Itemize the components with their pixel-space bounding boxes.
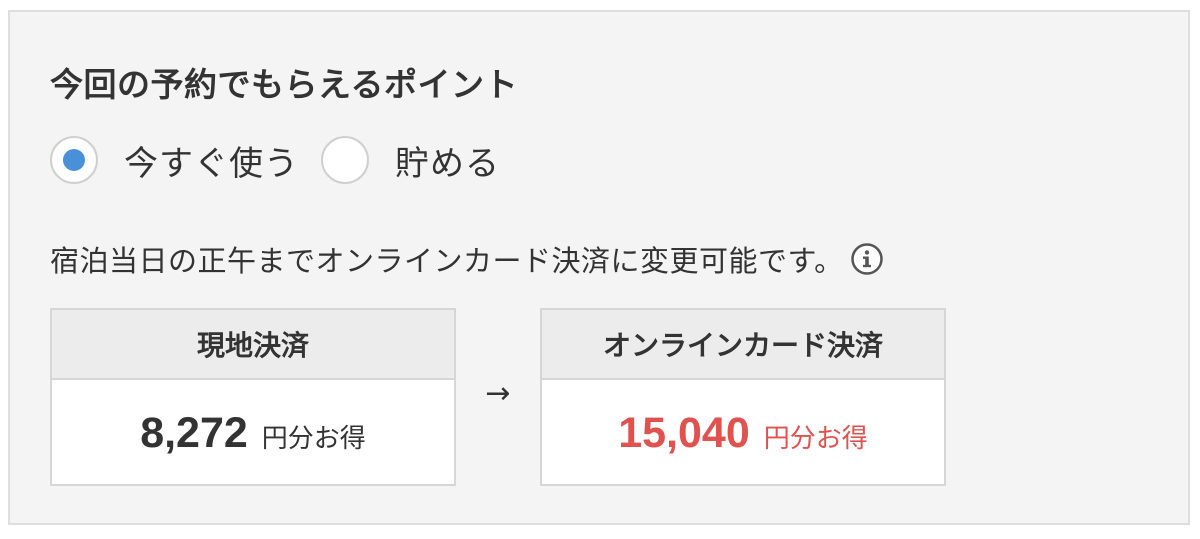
online-payment-card: オンラインカード決済 15,040 円分お得 — [540, 308, 946, 486]
online-payment-value: 15,040 円分お得 — [542, 380, 944, 486]
payment-change-note: 宿泊当日の正午までオンラインカード決済に変更可能です。 — [50, 238, 884, 280]
radio-selected-dot — [63, 149, 85, 171]
radio-option-use-now[interactable]: 今すぐ使う — [50, 136, 299, 185]
radio-label-save[interactable]: 貯める — [395, 136, 500, 185]
onsite-points-unit: 円分お得 — [261, 423, 366, 454]
right-arrow-icon: → — [485, 376, 511, 411]
onsite-points-amount: 8,272 — [140, 408, 248, 457]
section-title: 今回の予約でもらえるポイント — [50, 65, 519, 104]
online-points-amount: 15,040 — [618, 408, 750, 457]
points-panel: 今回の予約でもらえるポイント 今すぐ使う 貯める 宿泊当日の正午までオンラインカ… — [8, 10, 1190, 525]
points-usage-radio-group: 今すぐ使う 貯める — [50, 132, 500, 188]
online-payment-header: オンラインカード決済 — [542, 310, 944, 380]
onsite-payment-card: 現地決済 8,272 円分お得 — [50, 308, 456, 486]
note-text: 宿泊当日の正午までオンラインカード決済に変更可能です。 — [50, 244, 844, 278]
onsite-payment-value: 8,272 円分お得 — [52, 380, 454, 486]
radio-option-save[interactable]: 貯める — [321, 136, 500, 185]
info-circle-icon[interactable] — [850, 242, 884, 276]
radio-button-use-now[interactable] — [50, 136, 98, 184]
onsite-payment-header: 現地決済 — [52, 310, 454, 380]
online-points-unit: 円分お得 — [763, 423, 868, 454]
radio-button-save[interactable] — [321, 136, 369, 184]
radio-label-use-now[interactable]: 今すぐ使う — [124, 136, 299, 185]
